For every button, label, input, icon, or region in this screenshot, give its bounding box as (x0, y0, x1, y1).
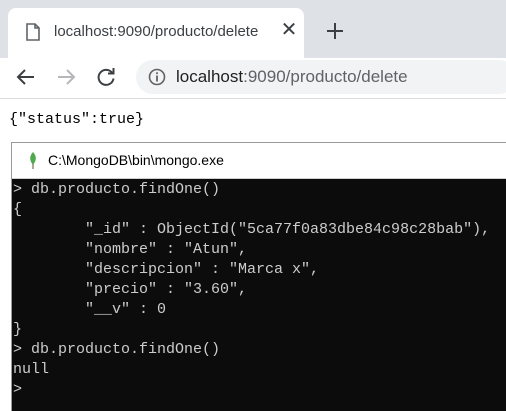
arrow-right-icon[interactable] (55, 66, 77, 88)
address-bar[interactable]: localhost:9090/producto/delete (136, 60, 506, 94)
arrow-left-icon[interactable] (15, 66, 37, 88)
info-icon[interactable] (148, 68, 166, 86)
url-text[interactable]: localhost:9090/producto/delete (176, 67, 408, 87)
console-line: } (13, 321, 23, 338)
mongodb-leaf-icon (30, 152, 36, 169)
console-prompt[interactable]: > (13, 380, 22, 400)
console-titlebar[interactable]: C:\MongoDB\bin\mongo.exe (12, 143, 506, 179)
console-window[interactable]: C:\MongoDB\bin\mongo.exe > db.producto.f… (11, 142, 506, 411)
console-line: { (13, 201, 23, 218)
console-line: "__v" : 0 (13, 301, 167, 318)
console-title: C:\MongoDB\bin\mongo.exe (48, 152, 224, 168)
tab-strip: localhost:9090/producto/delete ✕ (0, 0, 506, 58)
reload-icon[interactable] (95, 66, 117, 88)
json-response: {"status":true} (9, 111, 145, 128)
console-output[interactable]: > db.producto.findOne() { "_id" : Object… (12, 180, 506, 411)
console-line: null (13, 361, 50, 378)
browser-tab[interactable]: localhost:9090/producto/delete ✕ (8, 8, 304, 58)
tab-title: localhost:9090/producto/delete (54, 23, 259, 40)
url-host: localhost (176, 67, 244, 86)
url-path: :9090/producto/delete (243, 67, 408, 86)
console-line: "precio" : "3.60", (13, 281, 248, 298)
console-line: "descripcion" : "Marca x", (13, 261, 320, 278)
console-line: "nombre" : "Atun", (13, 241, 248, 258)
console-line: "_id" : ObjectId("5ca77f0a83dbe84c98c28b… (13, 221, 491, 238)
page-icon (26, 23, 40, 41)
console-line: > db.producto.findOne() (13, 341, 221, 358)
browser-toolbar: localhost:9090/producto/delete (0, 58, 506, 99)
console-line: > db.producto.findOne() (13, 181, 221, 198)
plus-icon[interactable] (324, 20, 346, 42)
tab-close-icon[interactable]: ✕ (280, 20, 298, 40)
